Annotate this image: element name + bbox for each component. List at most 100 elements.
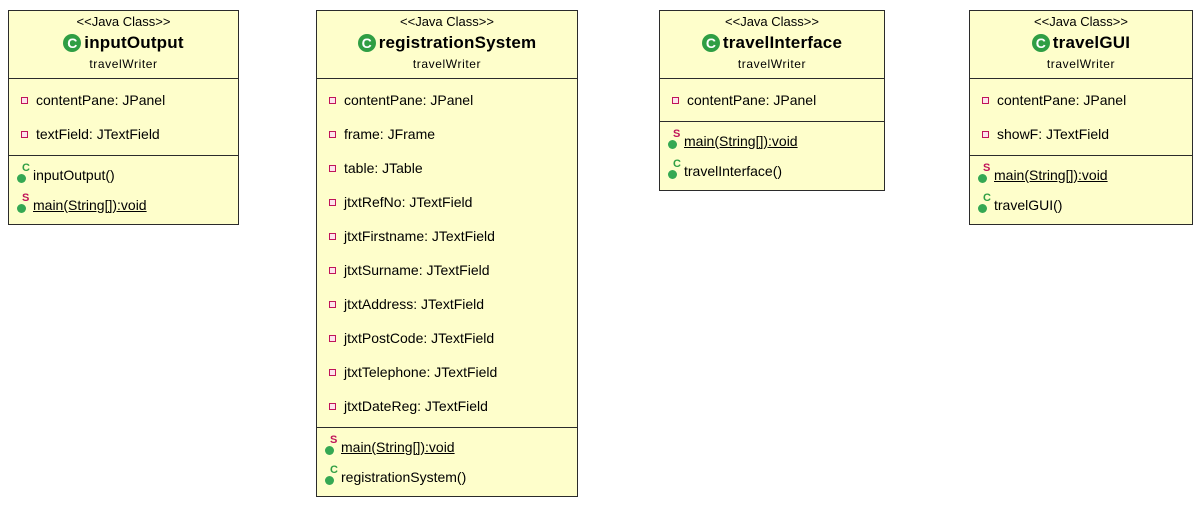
constructor-icon: C [17, 162, 31, 184]
uml-class-box[interactable]: <<Java Class>> CtravelGUI travelWriter cont… [969, 10, 1193, 225]
attribute-label: contentPane: JPanel [344, 92, 474, 108]
attribute-row[interactable]: contentPane: JPanel [660, 83, 884, 117]
constructor-icon: C [325, 465, 339, 486]
attribute-label: showF: JTextField [997, 126, 1110, 142]
private-field-icon [329, 368, 336, 376]
constructor-modifier: C [983, 192, 991, 204]
attribute-label: jtxtPostCode: JTextField [344, 330, 495, 346]
class-stereotype: <<Java Class>> [400, 14, 494, 29]
operations-section: Smain(String[]):void CtravelInterface() [660, 122, 884, 190]
class-package: travelWriter [89, 57, 158, 71]
attribute-label: contentPane: JPanel [997, 92, 1127, 108]
constructor-modifier: C [22, 162, 30, 174]
operations-section: Smain(String[]):void CtravelGUI() [970, 156, 1192, 224]
private-field-icon [672, 96, 679, 104]
uml-class-box[interactable]: <<Java Class>> CinputOutput travelWriter co… [8, 10, 239, 225]
private-field-icon [329, 198, 336, 206]
private-field-icon [329, 96, 336, 104]
constructor-row[interactable]: CregistrationSystem() [317, 462, 577, 492]
constructor-modifier: C [673, 158, 681, 170]
attribute-label: frame: JFrame [344, 126, 436, 142]
public-method-icon [17, 174, 26, 183]
attribute-row[interactable]: jtxtDateReg: JTextField [317, 389, 577, 423]
private-field-icon [329, 402, 336, 410]
class-header: <<Java Class>> CregistrationSystem travelW… [317, 11, 577, 79]
class-name-row: CregistrationSystem [317, 31, 577, 55]
operation-label: travelGUI() [994, 197, 1063, 213]
attribute-row[interactable]: showF: JTextField [970, 117, 1192, 151]
class-name: travelGUI [1052, 33, 1131, 52]
attribute-row[interactable]: contentPane: JPanel [9, 83, 238, 117]
static-modifier: S [22, 192, 30, 204]
class-name-row: CtravelGUI [970, 31, 1192, 55]
operation-label: main(String[]):void [994, 167, 1108, 183]
public-method-icon [325, 446, 334, 455]
attribute-label: jtxtSurname: JTextField [344, 262, 490, 278]
class-stereotype: <<Java Class>> [725, 14, 819, 29]
static-modifier: S [673, 128, 681, 140]
class-icon: C [1031, 34, 1050, 52]
attributes-section: contentPane: JPanel [660, 79, 884, 122]
class-stereotype: <<Java Class>> [76, 14, 171, 29]
class-icon: C [63, 34, 82, 52]
static-modifier: S [983, 162, 991, 174]
attribute-row[interactable]: jtxtFirstname: JTextField [317, 219, 577, 253]
operation-label: registrationSystem() [341, 469, 467, 485]
class-header: <<Java Class>> CinputOutput travelWriter [9, 11, 238, 79]
attribute-row[interactable]: textField: JTextField [9, 117, 238, 151]
attributes-section: contentPane: JPanel frame: JFrame table: J… [317, 79, 577, 428]
attribute-label: table: JTable [344, 160, 423, 176]
attribute-row[interactable]: contentPane: JPanel [317, 83, 577, 117]
static-method-icon: S [17, 192, 31, 214]
class-stereotype: <<Java Class>> [1034, 14, 1128, 29]
attribute-row[interactable]: table: JTable [317, 151, 577, 185]
attribute-label: jtxtFirstname: JTextField [344, 228, 495, 244]
class-name: inputOutput [84, 33, 184, 52]
public-method-icon [978, 174, 987, 183]
attribute-row[interactable]: contentPane: JPanel [970, 83, 1192, 117]
class-package: travelWriter [412, 57, 482, 71]
static-method-icon: S [668, 128, 682, 150]
class-header: <<Java Class>> CtravelInterface travelWrit… [660, 11, 884, 79]
operation-label: main(String[]):void [33, 197, 147, 213]
class-icon: C [701, 34, 720, 52]
operation-label: main(String[]):void [341, 439, 455, 455]
attribute-label: jtxtAddress: JTextField [344, 296, 485, 312]
class-package: travelWriter [1046, 57, 1116, 71]
static-modifier: S [330, 434, 338, 446]
uml-class-box[interactable]: <<Java Class>> CtravelInterface travelWrit… [659, 10, 885, 191]
static-method-icon: S [325, 434, 339, 456]
operation-label: travelInterface() [684, 163, 783, 179]
uml-class-box[interactable]: <<Java Class>> CregistrationSystem travelW… [316, 10, 578, 497]
attribute-row[interactable]: jtxtRefNo: JTextField [317, 185, 577, 219]
attributes-section: contentPane: JPanel textField: JTextField [9, 79, 238, 156]
operation-label: main(String[]):void [684, 133, 798, 149]
attribute-row[interactable]: frame: JFrame [317, 117, 577, 151]
static-method-icon: S [978, 162, 992, 184]
private-field-icon [329, 300, 336, 308]
private-field-icon [21, 130, 28, 138]
static-method-row[interactable]: Smain(String[]):void [317, 432, 577, 462]
attribute-row[interactable]: jtxtSurname: JTextField [317, 253, 577, 287]
attribute-row[interactable]: jtxtTelephone: JTextField [317, 355, 577, 389]
class-name: travelInterface [722, 33, 843, 52]
static-method-row[interactable]: Smain(String[]):void [660, 126, 884, 156]
private-field-icon [982, 96, 989, 104]
constructor-row[interactable]: CinputOutput() [9, 160, 238, 190]
public-method-icon [668, 140, 677, 149]
public-method-icon [978, 204, 987, 213]
constructor-row[interactable]: CtravelGUI() [970, 190, 1192, 220]
operations-section: CinputOutput() Smain(String[]):void [9, 156, 238, 224]
static-method-row[interactable]: Smain(String[]):void [9, 190, 238, 220]
static-method-row[interactable]: Smain(String[]):void [970, 160, 1192, 190]
private-field-icon [329, 334, 336, 342]
attribute-row[interactable]: jtxtAddress: JTextField [317, 287, 577, 321]
attribute-row[interactable]: jtxtPostCode: JTextField [317, 321, 577, 355]
operations-section: Smain(String[]):void CregistrationSystem(… [317, 428, 577, 496]
class-name-row: CinputOutput [9, 31, 238, 55]
attribute-label: jtxtTelephone: JTextField [344, 364, 498, 380]
class-package: travelWriter [737, 57, 807, 71]
public-method-icon [668, 170, 677, 179]
attribute-label: jtxtDateReg: JTextField [344, 398, 488, 414]
constructor-row[interactable]: CtravelInterface() [660, 156, 884, 186]
